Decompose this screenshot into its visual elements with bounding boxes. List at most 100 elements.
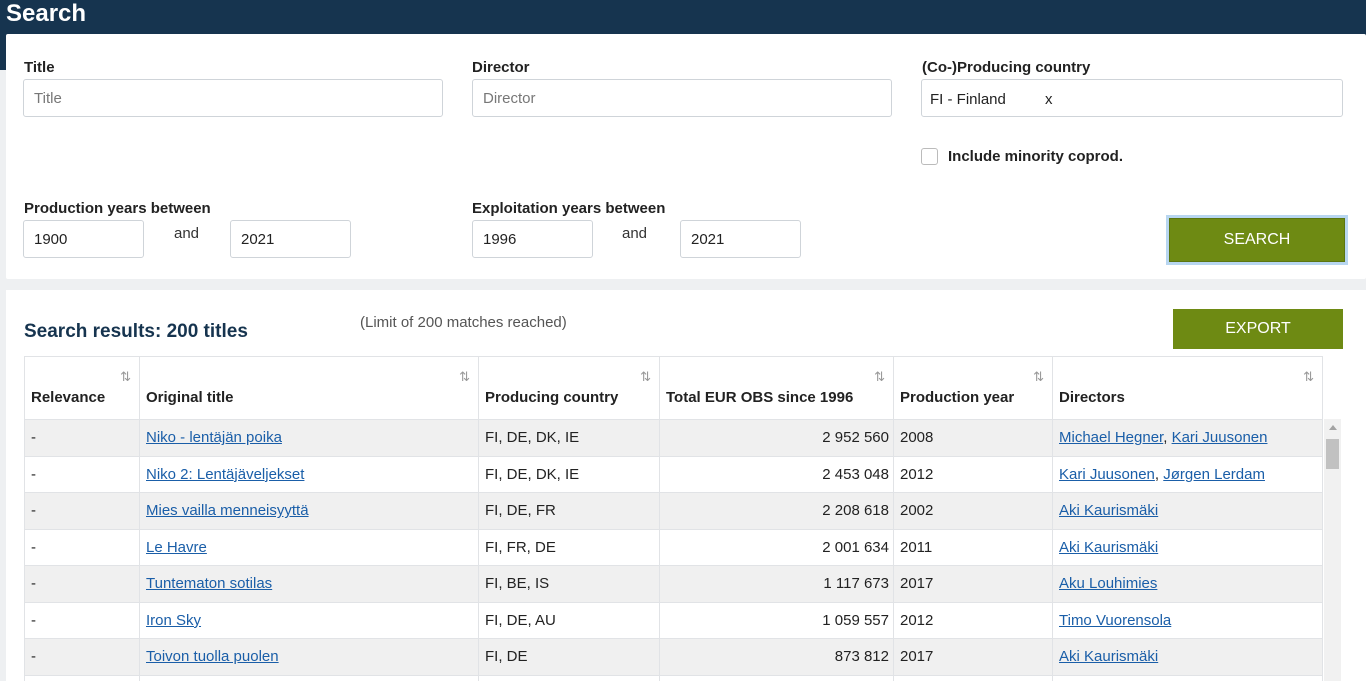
relevance-cell: - xyxy=(24,455,140,493)
director-link[interactable]: Aki Kaurismäki xyxy=(1059,648,1158,665)
production-year-to-input[interactable] xyxy=(230,220,351,258)
production-year-cell: 2011 xyxy=(893,528,1053,566)
producing-country-cell: FI, DE, AU xyxy=(478,601,660,639)
title-link[interactable]: Toivon tuolla puolen xyxy=(146,648,279,665)
country-select[interactable]: FI - Finland x xyxy=(921,79,1343,117)
directors-cell: Aku Louhimies xyxy=(1052,565,1323,603)
table-row: - Iron Sky FI, DE, AU 1 059 557 2012 Timo Vuo… xyxy=(24,601,1323,639)
production-year-cell: 2002 xyxy=(893,492,1053,530)
column-header-relevance[interactable]: ⇅ Relevance xyxy=(24,356,140,420)
table-scrollbar[interactable] xyxy=(1324,419,1341,681)
directors-cell: Michael Hegner, Kari Juusonen xyxy=(1052,419,1323,457)
title-link[interactable]: Niko - lentäjän poika xyxy=(146,429,282,446)
total-eur-cell: 2 001 634 xyxy=(659,528,894,566)
director-separator: , xyxy=(1154,465,1164,483)
table-header-row: ⇅ Relevance ⇅ Original title ⇅ Producing co… xyxy=(24,356,1323,420)
relevance-cell: - xyxy=(24,492,140,530)
country-label: (Co-)Producing country xyxy=(922,59,1091,76)
sort-icon: ⇅ xyxy=(120,369,131,384)
title-input[interactable] xyxy=(23,79,443,117)
title-label: Title xyxy=(24,59,55,76)
title-link[interactable]: Niko 2: Lentäjäveljekset xyxy=(146,466,304,483)
director-input[interactable] xyxy=(472,79,892,117)
results-table-body: - Niko - lentäjän poika FI, DE, DK, IE 2 95… xyxy=(24,419,1323,681)
table-row: - Tuntematon sotilas FI, BE, IS 1 117 673 20… xyxy=(24,565,1323,603)
relevance-cell: - xyxy=(24,601,140,639)
director-link[interactable]: Michael Hegner xyxy=(1059,429,1163,446)
minority-label: Include minority coprod. xyxy=(948,148,1124,165)
limit-note: (Limit of 200 matches reached) xyxy=(360,314,567,331)
production-year-cell: 2017 xyxy=(893,638,1053,676)
relevance-cell: - xyxy=(24,565,140,603)
results-title: Search results: 200 titles xyxy=(24,321,248,342)
country-tag: FI - Finland xyxy=(930,91,1006,108)
and-text: and xyxy=(174,225,200,242)
director-link[interactable]: Aki Kaurismäki xyxy=(1059,539,1158,556)
sort-icon: ⇅ xyxy=(640,369,651,384)
original-title-cell: Toivon tuolla puolen xyxy=(139,638,479,676)
producing-country-cell: FI, DE xyxy=(478,638,660,676)
export-button[interactable]: EXPORT xyxy=(1173,309,1343,349)
production-year-cell: 2012 xyxy=(893,455,1053,493)
total-eur-cell: 2 453 048 xyxy=(659,455,894,493)
table-row: - Toivon tuolla puolen FI, DE 873 812 2017 Ak… xyxy=(24,638,1323,676)
results-panel: Search results: 200 titles (Limit of 200… xyxy=(6,290,1366,681)
relevance-cell: - xyxy=(24,638,140,676)
scroll-up-arrow-icon[interactable] xyxy=(1329,425,1337,430)
total-eur-cell: 2 208 618 xyxy=(659,492,894,530)
column-header-producing-country[interactable]: ⇅ Producing country xyxy=(478,356,660,420)
production-year-from-input[interactable] xyxy=(23,220,144,258)
producing-country-cell: FI, FR, DE xyxy=(478,528,660,566)
directors-cell: Aki Kaurismäki xyxy=(1052,528,1323,566)
table-row: - Niko - lentäjän poika FI, DE, DK, IE 2 95… xyxy=(24,419,1323,457)
director-label: Director xyxy=(472,59,530,76)
results-table: ⇅ Relevance ⇅ Original title ⇅ Producing co… xyxy=(24,356,1323,681)
column-header-production-year[interactable]: ⇅ Production year xyxy=(893,356,1053,420)
production-year-cell: 2017 xyxy=(893,565,1053,603)
director-link[interactable]: Kari Juusonen xyxy=(1059,466,1155,483)
directors-cell xyxy=(1052,674,1323,681)
title-link[interactable]: Iron Sky xyxy=(146,612,201,629)
production-year-cell: 2008 xyxy=(893,419,1053,457)
directors-cell: Aki Kaurismäki xyxy=(1052,638,1323,676)
column-header-directors[interactable]: ⇅ Directors xyxy=(1052,356,1323,420)
title-link[interactable]: Mies vailla menneisyyttä xyxy=(146,502,309,519)
table-row xyxy=(24,674,1323,681)
director-separator: , xyxy=(1163,429,1172,447)
search-button[interactable]: SEARCH xyxy=(1166,215,1348,265)
original-title-cell: Niko 2: Lentäjäveljekset xyxy=(139,455,479,493)
director-link[interactable]: Jørgen Lerdam xyxy=(1163,466,1265,483)
director-link[interactable]: Kari Juusonen xyxy=(1172,429,1268,446)
table-row: - Niko 2: Lentäjäveljekset FI, DE, DK, IE 2… xyxy=(24,455,1323,493)
producing-country-cell: FI, DE, DK, IE xyxy=(478,455,660,493)
total-eur-cell: 2 952 560 xyxy=(659,419,894,457)
producing-country-cell: FI, DE, FR xyxy=(478,492,660,530)
relevance-cell xyxy=(24,674,140,681)
minority-checkbox[interactable] xyxy=(921,148,938,165)
producing-country-cell: FI, BE, IS xyxy=(478,565,660,603)
column-header-total-eur[interactable]: ⇅ Total EUR OBS since 1996 xyxy=(659,356,894,420)
exploitation-year-to-input[interactable] xyxy=(680,220,801,258)
original-title-cell: Mies vailla menneisyyttä xyxy=(139,492,479,530)
column-header-original-title[interactable]: ⇅ Original title xyxy=(139,356,479,420)
total-eur-cell: 1 117 673 xyxy=(659,565,894,603)
remove-country-button[interactable]: x xyxy=(1045,91,1053,108)
directors-cell: Timo Vuorensola xyxy=(1052,601,1323,639)
title-link[interactable]: Le Havre xyxy=(146,539,207,556)
director-link[interactable]: Aku Louhimies xyxy=(1059,575,1157,592)
relevance-cell: - xyxy=(24,419,140,457)
sort-icon: ⇅ xyxy=(1033,369,1044,384)
exploitation-year-from-input[interactable] xyxy=(472,220,593,258)
sort-icon: ⇅ xyxy=(459,369,470,384)
production-year-cell xyxy=(893,674,1053,681)
director-link[interactable]: Aki Kaurismäki xyxy=(1059,502,1158,519)
original-title-cell xyxy=(139,674,479,681)
original-title-cell: Niko - lentäjän poika xyxy=(139,419,479,457)
original-title-cell: Tuntematon sotilas xyxy=(139,565,479,603)
director-link[interactable]: Timo Vuorensola xyxy=(1059,612,1171,629)
table-row: - Le Havre FI, FR, DE 2 001 634 2011 Aki Kaur… xyxy=(24,528,1323,566)
exploitation-years-label: Exploitation years between xyxy=(472,200,666,217)
table-row: - Mies vailla menneisyyttä FI, DE, FR 2 208… xyxy=(24,492,1323,530)
title-link[interactable]: Tuntematon sotilas xyxy=(146,575,272,592)
scroll-thumb[interactable] xyxy=(1326,439,1339,469)
